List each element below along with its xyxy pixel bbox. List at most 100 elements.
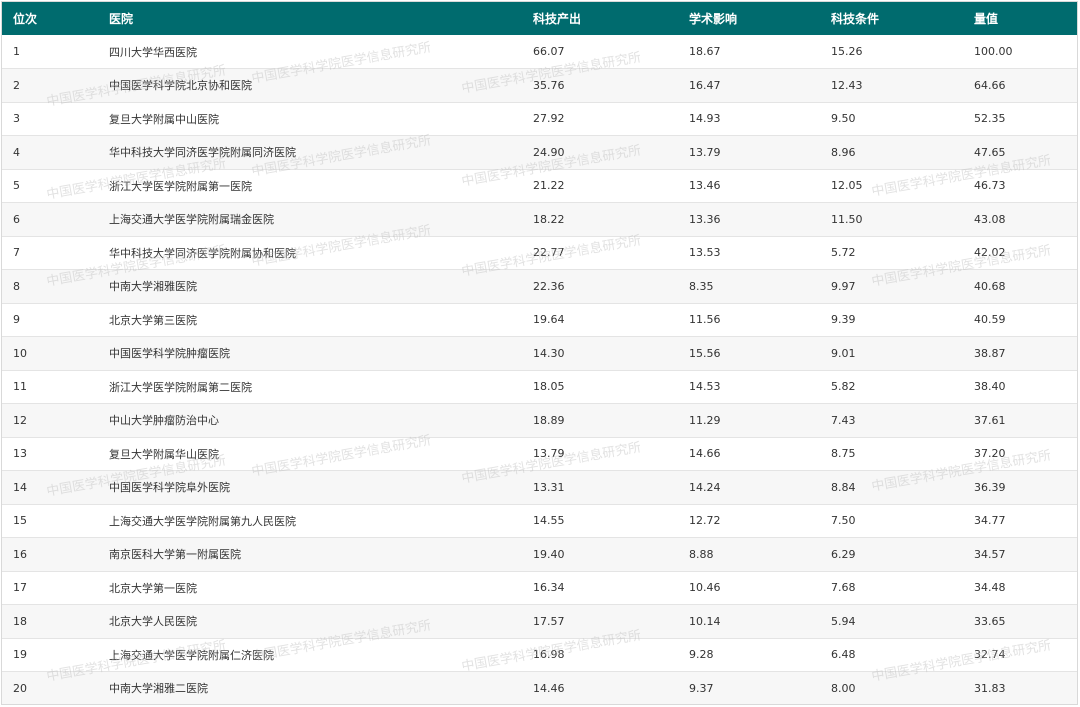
rank-cell: 13 (13, 447, 27, 461)
academic-impact-cell: 14.93 (689, 112, 721, 126)
rank-cell: 20 (13, 681, 27, 695)
sci-output-cell: 14.46 (533, 681, 565, 695)
rank-cell: 11 (13, 380, 27, 394)
academic-impact-cell: 13.46 (689, 179, 721, 193)
table-row: 15 上海交通大学医学院附属第九人民医院 14.55 12.72 7.50 34.77 (2, 504, 1077, 538)
sci-output-cell: 18.22 (533, 212, 565, 226)
table-body: 1 四川大学华西医院 66.07 18.67 15.26 100.00 2 中国医学科学院北京… (2, 35, 1077, 704)
table-row: 14 中国医学科学院阜外医院 13.31 14.24 8.84 36.39 (2, 470, 1077, 504)
rank-cell: 18 (13, 614, 27, 628)
academic-impact-cell: 13.53 (689, 246, 721, 260)
score-cell: 34.77 (974, 514, 1006, 528)
academic-impact-cell: 14.53 (689, 380, 721, 394)
rank-cell: 14 (13, 480, 27, 494)
table-row: 3 复旦大学附属中山医院 27.92 14.93 9.50 52.35 (2, 102, 1077, 136)
sci-conditions-cell: 7.43 (831, 413, 856, 427)
score-cell: 64.66 (974, 78, 1006, 92)
academic-impact-cell: 14.66 (689, 447, 721, 461)
sci-conditions-cell: 12.05 (831, 179, 863, 193)
sci-conditions-cell: 8.84 (831, 480, 856, 494)
academic-impact-cell: 8.35 (689, 279, 714, 293)
score-cell: 34.48 (974, 581, 1006, 595)
academic-impact-cell: 15.56 (689, 346, 721, 360)
table-row: 17 北京大学第一医院 16.34 10.46 7.68 34.48 (2, 571, 1077, 605)
sci-output-cell: 22.77 (533, 246, 565, 260)
academic-impact-cell: 9.28 (689, 648, 714, 662)
header-academic-impact: 学术影响 (689, 12, 738, 26)
sci-conditions-cell: 6.29 (831, 547, 856, 561)
academic-impact-cell: 9.37 (689, 681, 714, 695)
score-cell: 32.74 (974, 648, 1006, 662)
hospital-name-cell: 中山大学肿瘤防治中心 (109, 414, 219, 428)
hospital-name-cell: 北京大学人民医院 (109, 615, 197, 629)
hospital-name-cell: 中国医学科学院阜外医院 (109, 481, 230, 495)
sci-conditions-cell: 6.48 (831, 648, 856, 662)
score-cell: 33.65 (974, 614, 1006, 628)
score-cell: 40.59 (974, 313, 1006, 327)
hospital-name-cell: 浙江大学医学院附属第二医院 (109, 380, 252, 394)
academic-impact-cell: 16.47 (689, 78, 721, 92)
sci-output-cell: 16.98 (533, 648, 565, 662)
sci-output-cell: 18.89 (533, 413, 565, 427)
sci-conditions-cell: 5.94 (831, 614, 856, 628)
rank-cell: 1 (13, 45, 20, 58)
sci-output-cell: 22.36 (533, 279, 565, 293)
sci-conditions-cell: 7.50 (831, 514, 856, 528)
score-cell: 31.83 (974, 681, 1006, 695)
table-row: 13 复旦大学附属华山医院 13.79 14.66 8.75 37.20 (2, 437, 1077, 471)
ranking-table-container: 位次 医院 科技产出 学术影响 科技条件 量值 1 四川大学华西医院 66.07 18… (1, 1, 1078, 705)
academic-impact-cell: 18.67 (689, 45, 721, 58)
score-cell: 36.39 (974, 480, 1006, 494)
sci-conditions-cell: 12.43 (831, 78, 863, 92)
score-cell: 34.57 (974, 547, 1006, 561)
table-row: 20 中南大学湘雅二医院 14.46 9.37 8.00 31.83 (2, 671, 1077, 704)
sci-conditions-cell: 8.75 (831, 447, 856, 461)
academic-impact-cell: 10.46 (689, 581, 721, 595)
academic-impact-cell: 8.88 (689, 547, 714, 561)
sci-conditions-cell: 5.72 (831, 246, 856, 260)
rank-cell: 10 (13, 346, 27, 360)
hospital-name-cell: 复旦大学附属中山医院 (109, 112, 219, 126)
sci-conditions-cell: 8.00 (831, 681, 856, 695)
table-row: 5 浙江大学医学院附属第一医院 21.22 13.46 12.05 46.73 (2, 169, 1077, 203)
table-row: 18 北京大学人民医院 17.57 10.14 5.94 33.65 (2, 604, 1077, 638)
rank-cell: 9 (13, 313, 20, 327)
hospital-name-cell: 上海交通大学医学院附属瑞金医院 (109, 213, 274, 227)
score-cell: 37.20 (974, 447, 1006, 461)
sci-conditions-cell: 9.97 (831, 279, 856, 293)
header-sci-output: 科技产出 (533, 12, 582, 26)
hospital-name-cell: 上海交通大学医学院附属仁济医院 (109, 648, 274, 662)
sci-output-cell: 18.05 (533, 380, 565, 394)
header-hospital: 医院 (109, 12, 134, 26)
rank-cell: 2 (13, 78, 20, 92)
academic-impact-cell: 11.29 (689, 413, 721, 427)
rank-cell: 7 (13, 246, 20, 260)
score-cell: 100.00 (974, 45, 1013, 58)
sci-output-cell: 27.92 (533, 112, 565, 126)
academic-impact-cell: 13.79 (689, 145, 721, 159)
rank-cell: 12 (13, 413, 27, 427)
table-row: 11 浙江大学医学院附属第二医院 18.05 14.53 5.82 38.40 (2, 370, 1077, 404)
score-cell: 52.35 (974, 112, 1006, 126)
rank-cell: 3 (13, 112, 20, 126)
table-row: 6 上海交通大学医学院附属瑞金医院 18.22 13.36 11.50 43.08 (2, 202, 1077, 236)
score-cell: 43.08 (974, 212, 1006, 226)
hospital-name-cell: 上海交通大学医学院附属第九人民医院 (109, 514, 296, 528)
hospital-ranking-table: 位次 医院 科技产出 学术影响 科技条件 量值 1 四川大学华西医院 66.07 18… (2, 2, 1077, 704)
table-row: 19 上海交通大学医学院附属仁济医院 16.98 9.28 6.48 32.74 (2, 638, 1077, 672)
rank-cell: 5 (13, 179, 20, 193)
sci-output-cell: 16.34 (533, 581, 565, 595)
header-sci-conditions: 科技条件 (831, 12, 880, 26)
table-row: 1 四川大学华西医院 66.07 18.67 15.26 100.00 (2, 35, 1077, 69)
table-row: 8 中南大学湘雅医院 22.36 8.35 9.97 40.68 (2, 269, 1077, 303)
rank-cell: 4 (13, 145, 20, 159)
header-score: 量值 (974, 12, 999, 26)
hospital-name-cell: 中南大学湘雅医院 (109, 280, 197, 294)
table-row: 16 南京医科大学第一附属医院 19.40 8.88 6.29 34.57 (2, 537, 1077, 571)
sci-output-cell: 13.79 (533, 447, 565, 461)
hospital-name-cell: 南京医科大学第一附属医院 (109, 548, 241, 562)
hospital-name-cell: 四川大学华西医院 (109, 45, 197, 59)
table-row: 9 北京大学第三医院 19.64 11.56 9.39 40.59 (2, 303, 1077, 337)
sci-conditions-cell: 7.68 (831, 581, 856, 595)
hospital-name-cell: 北京大学第三医院 (109, 313, 197, 327)
